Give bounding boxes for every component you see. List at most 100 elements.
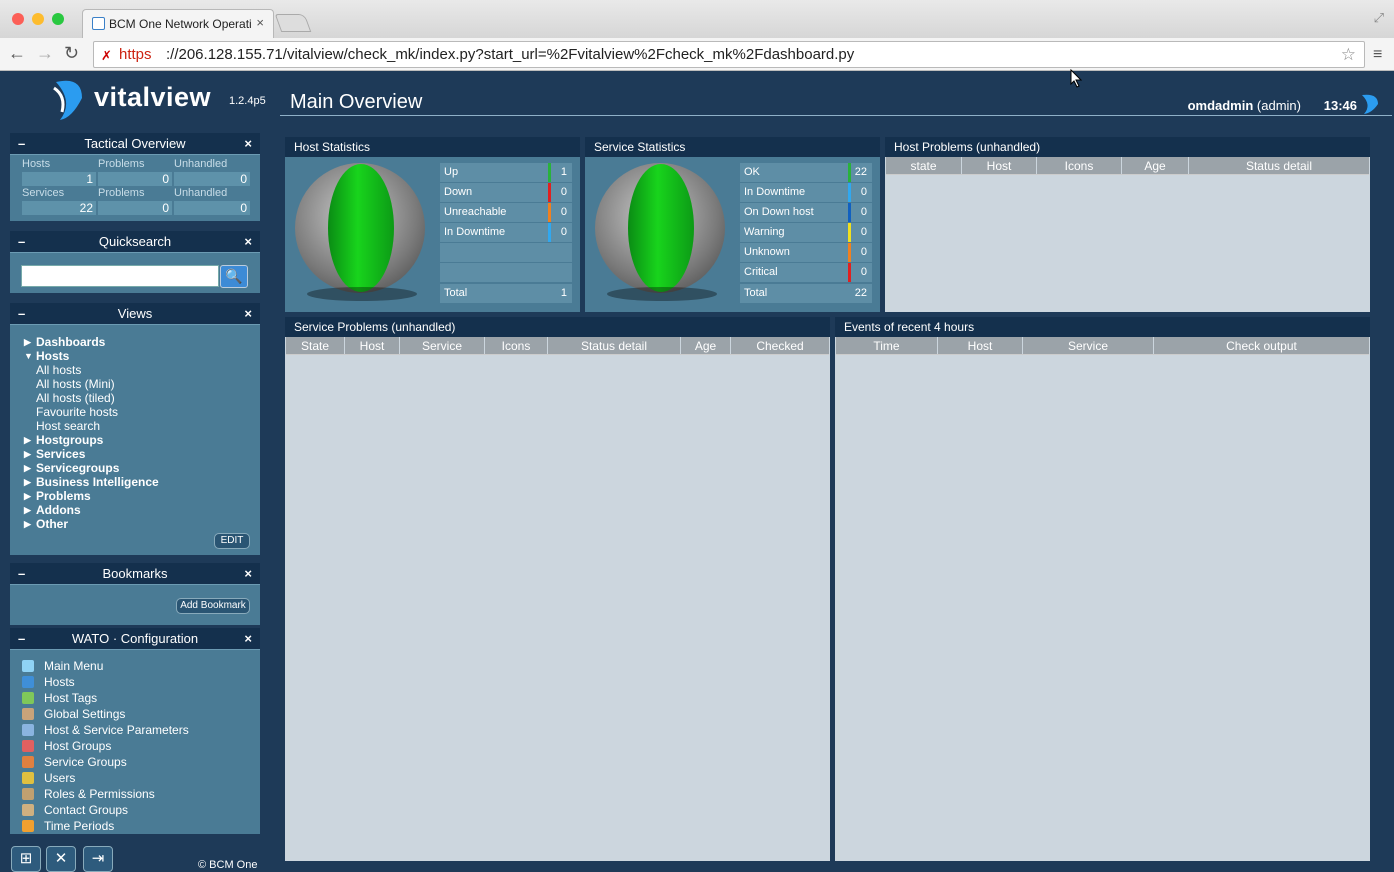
close-icon[interactable]: × bbox=[244, 628, 252, 650]
service-stat-row[interactable]: OK 22 bbox=[740, 163, 872, 182]
wato-host-tags[interactable]: Host Tags bbox=[10, 690, 260, 706]
wato-global-settings[interactable]: Global Settings bbox=[10, 706, 260, 722]
minimize-icon[interactable]: – bbox=[18, 231, 25, 253]
new-tab-button[interactable] bbox=[274, 14, 312, 32]
search-button[interactable]: 🔍 bbox=[220, 265, 248, 288]
column-header[interactable]: Checked bbox=[731, 337, 829, 354]
column-header[interactable]: Icons bbox=[485, 337, 548, 354]
column-header[interactable]: Service bbox=[400, 337, 485, 354]
close-icon[interactable]: × bbox=[244, 231, 252, 253]
column-header[interactable]: Age bbox=[1122, 157, 1189, 174]
views-link-all-hosts-mini[interactable]: All hosts (Mini) bbox=[22, 377, 260, 391]
window-maximize-button[interactable] bbox=[52, 13, 64, 25]
column-header[interactable]: Status detail bbox=[548, 337, 681, 354]
wato-users[interactable]: Users bbox=[10, 770, 260, 786]
views-item-servicegroups[interactable]: ▶ Servicegroups bbox=[22, 461, 260, 475]
window-minimize-button[interactable] bbox=[32, 13, 44, 25]
column-header[interactable]: Service bbox=[1023, 337, 1154, 354]
minimize-icon[interactable]: – bbox=[18, 563, 25, 585]
fullscreen-icon[interactable]: ⤢ bbox=[1374, 10, 1384, 26]
views-link-all-hosts[interactable]: All hosts bbox=[22, 363, 260, 377]
browser-menu-icon[interactable]: ≡ bbox=[1373, 46, 1382, 64]
views-item-dashboards[interactable]: ▶ Dashboards bbox=[22, 335, 260, 349]
tac-hosts-value[interactable]: 1 bbox=[22, 172, 96, 186]
wato-roles-permissions[interactable]: Roles & Permissions bbox=[10, 786, 260, 802]
column-header[interactable]: State bbox=[286, 337, 345, 354]
views-item-other[interactable]: ▶ Other bbox=[22, 517, 260, 531]
service-stat-row[interactable]: On Down host 0 bbox=[740, 203, 872, 222]
quicksearch-input[interactable] bbox=[21, 265, 219, 287]
tab-close-icon[interactable]: × bbox=[256, 15, 264, 30]
wato-contact-groups[interactable]: Contact Groups bbox=[10, 802, 260, 818]
minimize-icon[interactable]: – bbox=[18, 133, 25, 155]
minimize-icon[interactable]: – bbox=[18, 628, 25, 650]
tab-title: BCM One Network Operati bbox=[109, 17, 252, 31]
column-header[interactable]: Icons bbox=[1037, 157, 1122, 174]
views-link-all-hosts-tiled[interactable]: All hosts (tiled) bbox=[22, 391, 260, 405]
window-close-button[interactable] bbox=[12, 13, 24, 25]
service-stat-row[interactable]: In Downtime 0 bbox=[740, 183, 872, 202]
views-item-addons[interactable]: ▶ Addons bbox=[22, 503, 260, 517]
tac-host-unhandled-value[interactable]: 0 bbox=[174, 172, 250, 186]
address-bar[interactable]: ✗ https ://206.128.155.71/vitalview/chec… bbox=[93, 41, 1365, 68]
views-item-business-intelligence[interactable]: ▶ Business Intelligence bbox=[22, 475, 260, 489]
close-icon[interactable]: × bbox=[244, 563, 252, 585]
add-bookmark-button[interactable]: Add Bookmark bbox=[176, 598, 250, 614]
browser-tab[interactable]: BCM One Network Operati × bbox=[82, 9, 274, 38]
views-item-problems[interactable]: ▶ Problems bbox=[22, 489, 260, 503]
views-link-host-search[interactable]: Host search bbox=[22, 419, 260, 433]
host-stat-row-empty bbox=[440, 263, 572, 282]
wato-main-menu[interactable]: Main Menu bbox=[10, 658, 260, 674]
minimize-icon[interactable]: – bbox=[18, 303, 25, 325]
host-stat-row[interactable]: In Downtime 0 bbox=[440, 223, 572, 242]
views-link-favourite-hosts[interactable]: Favourite hosts bbox=[22, 405, 260, 419]
forward-icon[interactable]: → bbox=[36, 43, 54, 64]
views-item-services[interactable]: ▶ Services bbox=[22, 447, 260, 461]
snapin-title[interactable]: Views bbox=[118, 306, 152, 321]
snapin-title[interactable]: Bookmarks bbox=[102, 566, 167, 581]
wato-time-periods[interactable]: Time Periods bbox=[10, 818, 260, 834]
wato-hosts[interactable]: Hosts bbox=[10, 674, 260, 690]
snapin-title[interactable]: Tactical Overview bbox=[84, 136, 185, 151]
views-item-hosts[interactable]: ▼ Hosts bbox=[22, 349, 260, 363]
column-header[interactable]: Time bbox=[836, 337, 938, 354]
service-stat-row[interactable]: Critical 0 bbox=[740, 263, 872, 282]
views-item-hostgroups[interactable]: ▶ Hostgroups bbox=[22, 433, 260, 447]
tac-service-unhandled-value[interactable]: 0 bbox=[174, 201, 250, 215]
service-status-globe[interactable] bbox=[595, 163, 725, 293]
column-header[interactable]: Status detail bbox=[1189, 157, 1369, 174]
add-snapin-button[interactable]: ⊞ bbox=[11, 846, 41, 872]
reload-icon[interactable]: ↻ bbox=[64, 43, 79, 64]
tac-host-problems-value[interactable]: 0 bbox=[98, 172, 172, 186]
wato-host-groups[interactable]: Host Groups bbox=[10, 738, 260, 754]
service-stat-row[interactable]: Unknown 0 bbox=[740, 243, 872, 262]
snapin-title[interactable]: Quicksearch bbox=[99, 234, 171, 249]
column-header[interactable]: Check output bbox=[1154, 337, 1369, 354]
close-icon[interactable]: × bbox=[244, 133, 252, 155]
logout-button[interactable]: ⇥ bbox=[83, 846, 113, 872]
tools-button[interactable]: ✕ bbox=[46, 846, 76, 872]
host-stat-row[interactable]: Up 1 bbox=[440, 163, 572, 182]
column-header[interactable]: Age bbox=[681, 337, 731, 354]
service-stat-row[interactable]: Warning 0 bbox=[740, 223, 872, 242]
column-header[interactable]: Host bbox=[345, 337, 400, 354]
close-icon[interactable]: × bbox=[244, 303, 252, 325]
column-header[interactable]: Host bbox=[938, 337, 1023, 354]
edit-views-button[interactable]: EDIT bbox=[214, 533, 250, 549]
status-bar bbox=[548, 183, 551, 202]
wato-host-service-parameters[interactable]: Host & Service Parameters bbox=[10, 722, 260, 738]
host-stat-row[interactable]: Down 0 bbox=[440, 183, 572, 202]
column-header[interactable]: Host bbox=[962, 157, 1037, 174]
service-stat-total[interactable]: Total 22 bbox=[740, 284, 872, 303]
column-header[interactable]: state bbox=[886, 157, 962, 174]
host-stat-total[interactable]: Total 1 bbox=[440, 284, 572, 303]
wato-service-groups[interactable]: Service Groups bbox=[10, 754, 260, 770]
tac-service-problems-value[interactable]: 0 bbox=[98, 201, 172, 215]
tac-services-value[interactable]: 22 bbox=[22, 201, 96, 215]
host-status-globe[interactable] bbox=[295, 163, 425, 293]
bookmark-star-icon[interactable]: ☆ bbox=[1341, 42, 1356, 67]
back-icon[interactable]: ← bbox=[8, 43, 26, 64]
host-stat-row[interactable]: Unreachable 0 bbox=[440, 203, 572, 222]
stat-value: 0 bbox=[560, 206, 567, 218]
snapin-title[interactable]: WATO · Configuration bbox=[72, 631, 198, 646]
